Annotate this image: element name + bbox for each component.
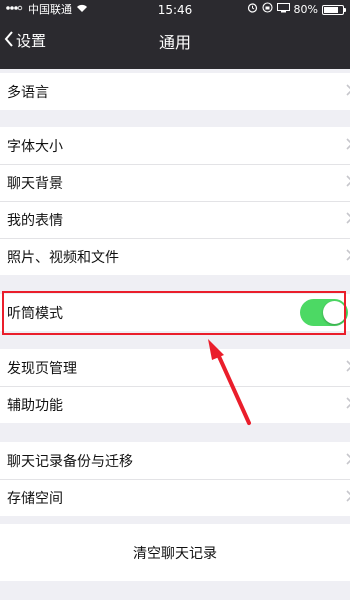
annotation-arrow-icon [208,339,251,425]
